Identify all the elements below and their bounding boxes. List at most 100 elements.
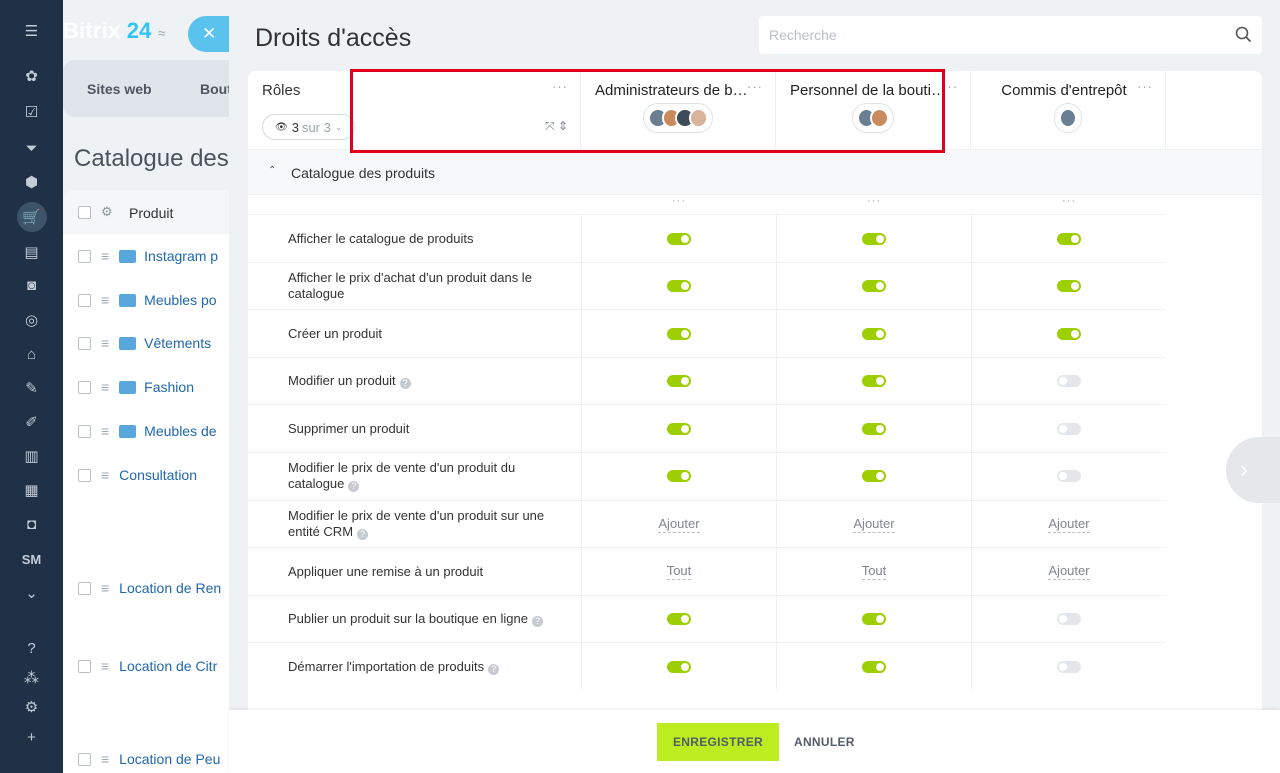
list-item-label[interactable]: Location de Citr [119,658,217,674]
permission-toggle[interactable] [862,280,886,293]
permission-toggle[interactable] [667,280,691,293]
column-menu-icon[interactable]: ··· [672,195,686,207]
permission-toggle[interactable] [862,232,886,245]
list-item[interactable]: ≡ Location de Peu [63,748,233,770]
drag-handle-icon[interactable]: ≡ [101,658,109,674]
collapse-expand-icon[interactable]: ⤧ ⇕ [545,119,568,134]
row-checkbox[interactable] [78,380,91,394]
analytics-icon[interactable]: ▥ [0,441,63,471]
search-input[interactable] [759,16,1219,54]
list-item-label[interactable]: Meubles de [144,423,216,439]
row-checkbox[interactable] [78,752,91,766]
row-checkbox[interactable] [78,336,91,350]
settings-icon[interactable]: ⚙ [0,692,63,722]
permission-toggle[interactable] [1057,613,1081,626]
more-icon[interactable]: ⌄ [0,578,63,608]
permission-selector[interactable]: Ajouter [1048,516,1090,533]
chevron-up-icon[interactable]: ⌃ [268,165,276,176]
list-item[interactable]: ≡ Vêtements [63,332,233,354]
help-icon[interactable]: ? [357,529,369,541]
row-checkbox[interactable] [78,468,91,482]
video-icon[interactable]: ◘ [0,509,63,539]
save-button[interactable]: ENREGISTRER [657,723,779,761]
group-catalogue-produits[interactable]: ⌃ Catalogue des produits [248,149,1262,195]
drag-handle-icon[interactable]: ≡ [101,292,109,308]
list-item[interactable]: ≡ Location de Citr [63,655,233,677]
select-all-checkbox[interactable] [78,206,91,219]
row-checkbox[interactable] [78,581,91,595]
forms-icon[interactable]: ✐ [0,407,63,437]
permission-toggle[interactable] [862,422,886,435]
crm-icon[interactable]: ⏷ [0,133,63,163]
tab-boutique[interactable]: Bout [200,81,232,97]
role-menu-icon[interactable]: ··· [1137,79,1153,94]
permission-toggle[interactable] [667,470,691,483]
drag-handle-icon[interactable]: ≡ [101,248,109,264]
roles-counter[interactable]: 👁 3 sur 3 ⌄ [262,114,356,140]
permission-selector[interactable]: Tout [861,563,887,581]
list-item-label[interactable]: Consultation [119,467,197,483]
list-item[interactable]: ≡ Meubles po [63,289,233,311]
drag-handle-icon[interactable]: ≡ [101,379,109,395]
permission-toggle[interactable] [1057,375,1081,388]
list-item-label[interactable]: Vêtements [144,335,211,351]
gear-icon[interactable]: ⚙ [101,204,113,220]
robot-icon[interactable]: ◙ [0,270,63,300]
column-menu-icon[interactable]: ··· [1062,195,1076,207]
permission-toggle[interactable] [667,232,691,245]
permission-toggle[interactable] [862,327,886,340]
cancel-button[interactable]: ANNULER [794,723,855,761]
permission-toggle[interactable] [1057,422,1081,435]
permission-toggle[interactable] [667,613,691,626]
role-members-avatars[interactable] [1054,103,1082,133]
permission-toggle[interactable] [667,327,691,340]
contacts-icon[interactable]: ▤ [0,237,63,267]
permission-selector[interactable]: Ajouter [853,516,895,533]
permission-toggle[interactable] [1057,327,1081,340]
target-icon[interactable]: ◎ [0,305,63,335]
help-icon[interactable]: ? [488,663,500,675]
role-column-header[interactable]: Personnel de la boutique ··· [776,71,971,149]
permission-selector[interactable]: Ajouter [658,516,700,533]
permission-toggle[interactable] [667,375,691,388]
row-checkbox[interactable] [78,659,91,673]
calendar-icon[interactable]: ▦ [0,475,63,505]
sm-icon[interactable]: SM [0,544,63,574]
permission-selector[interactable]: Ajouter [1048,563,1090,581]
tab-sites-web[interactable]: Sites web [87,81,152,97]
drag-handle-icon[interactable]: ≡ [101,580,109,596]
role-menu-icon[interactable]: ··· [942,79,958,94]
drag-handle-icon[interactable]: ≡ [101,751,109,767]
permission-toggle[interactable] [1057,470,1081,483]
shop-icon[interactable]: 🛒 [0,202,63,232]
list-item[interactable]: ≡ Location de Ren [63,577,233,599]
add-icon[interactable]: + [0,722,63,752]
roles-menu-icon[interactable]: ··· [552,79,568,94]
tasks-icon[interactable]: ☑ [0,97,63,127]
brand-logo[interactable]: Bitrix 24 ≈ [63,18,166,44]
feed-icon[interactable]: ✿ [0,61,63,91]
permission-toggle[interactable] [667,660,691,673]
role-members-avatars[interactable] [852,103,894,133]
list-item[interactable]: ≡ Fashion [63,376,233,398]
role-column-header[interactable]: Administrateurs de boutique··· [581,71,776,149]
structure-icon[interactable]: ⁂ [0,663,63,693]
sign-icon[interactable]: ✎ [0,373,63,403]
list-item[interactable]: ≡ Consultation [63,464,233,486]
list-item[interactable]: ≡ Instagram p [63,245,233,267]
search-icon[interactable] [1235,26,1252,43]
row-checkbox[interactable] [78,424,91,438]
help-icon[interactable]: ? [531,616,543,628]
permission-toggle[interactable] [1057,280,1081,293]
help-icon[interactable]: ? [399,378,411,390]
help-icon[interactable]: ? [348,481,360,493]
permission-selector[interactable]: Tout [666,563,692,581]
role-column-header[interactable]: Commis d'entrepôt ··· [971,71,1166,149]
permission-toggle[interactable] [862,470,886,483]
permission-toggle[interactable] [862,613,886,626]
column-menu-icon[interactable]: ··· [867,195,881,207]
list-item-label[interactable]: Meubles po [144,292,216,308]
list-item-label[interactable]: Location de Ren [119,580,221,596]
permission-toggle[interactable] [862,660,886,673]
permission-toggle[interactable] [1057,232,1081,245]
